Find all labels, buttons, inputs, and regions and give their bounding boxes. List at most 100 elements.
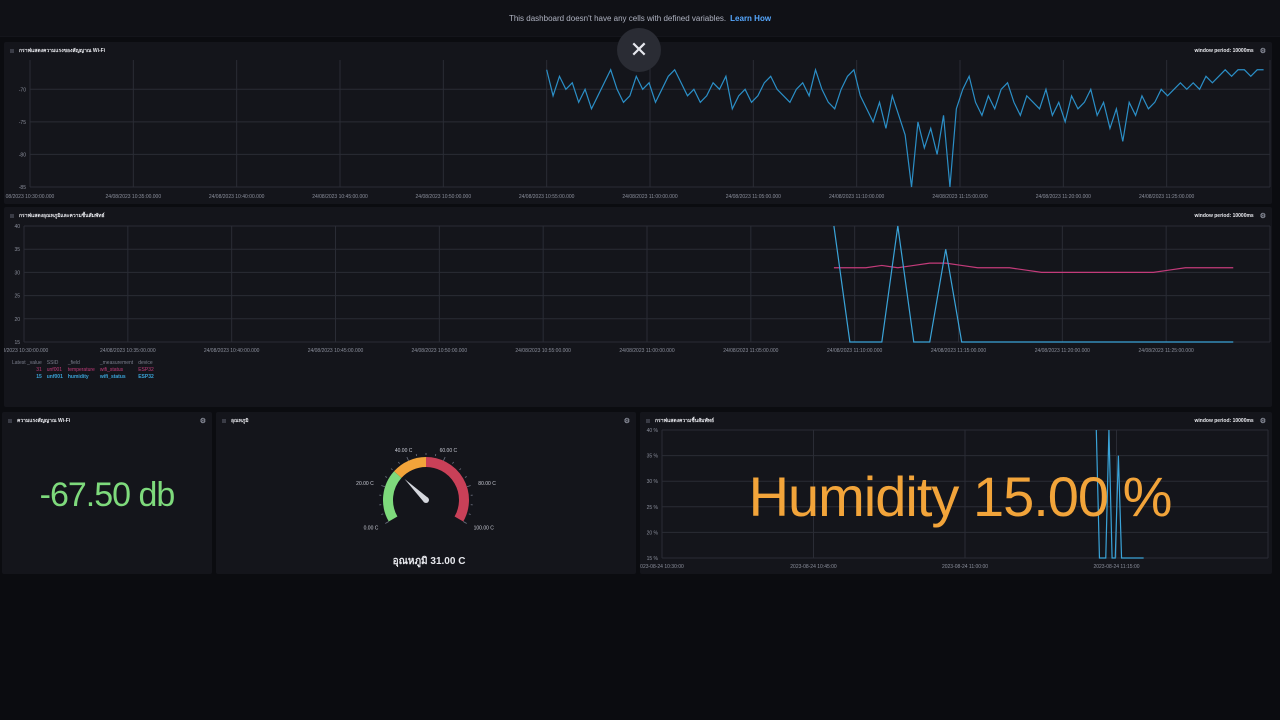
legend-header: Latest _value	[12, 360, 42, 366]
x-tick-label: 24/08/2023 11:00:00.000	[622, 194, 677, 200]
y-tick-label: 35 %	[647, 454, 659, 460]
y-tick-label: 40 %	[647, 428, 659, 434]
legend-header: device	[138, 360, 153, 366]
y-tick-label: 40	[14, 224, 20, 230]
gauge-tick	[468, 513, 471, 515]
x-tick-label: 2023-08-24 10:45:00	[790, 564, 837, 570]
gauge-tick	[381, 513, 384, 515]
x-tick-label: 023-08-24 10:30:00	[640, 564, 684, 570]
gear-icon[interactable]: ⚙	[200, 417, 206, 425]
temp-humidity-graph-cell: กราฟแสดงอุณหภูมิและความชื้นสัมพัทธ์ wind…	[4, 207, 1272, 407]
banner-text: This dashboard doesn't have any cells wi…	[508, 13, 727, 23]
x-tick-label: 24/08/2023 10:55:00.000	[519, 194, 575, 200]
gauge-arc-orange	[394, 457, 427, 479]
gauge-tick	[385, 476, 388, 478]
temperature-gauge: 0.00 C 20.00 C 40.00 C 60.00 C 80.00 C 100.00…	[356, 448, 496, 532]
gauge-arc-green	[383, 471, 402, 522]
x-tick-label: 24/08/2023 11:15:00.000	[931, 348, 986, 354]
x-tick-label: 08/2023 10:30:00.000	[4, 348, 49, 354]
x-tick-label: 08/2023 10:30:00.000	[6, 194, 55, 200]
x-tick-label: 24/08/2023 11:05:00.000	[726, 194, 781, 200]
legend-row-temperature: 31 unf001 temperature wifi_status ESP32	[12, 367, 159, 374]
cell-title: ความแรงสัญญาณ Wi-Fi	[17, 418, 71, 424]
x-tick-label: 24/08/2023 11:20:00.000	[1035, 348, 1090, 354]
legend-header-row: Latest _value SSID _field _measurement d…	[12, 360, 159, 367]
x-tick-label: 24/08/2023 10:45:00.000	[308, 348, 364, 354]
x-tick-label: 24/08/2023 10:40:00.000	[204, 348, 260, 354]
gauge-label: 20.00 C	[356, 481, 374, 487]
x-tick-label: 24/08/2023 11:10:00.000	[827, 348, 882, 354]
legend-cell: wifi_status	[99, 367, 124, 373]
gauge-label: 40.00 C	[395, 448, 413, 454]
temperature-gauge-cell: อุณหภูมิ ⚙ 0.00 C 20.00 C 40.00 C 60.00 C 80…	[216, 412, 636, 574]
gauge-label: 0.00 C	[364, 526, 379, 532]
legend-header: SSID	[46, 360, 59, 366]
gauge-tick	[406, 456, 409, 461]
legend-cell: ESP32	[138, 374, 154, 380]
gauge-tick	[452, 461, 454, 464]
x-tick-label: 24/08/2023 10:40:00.000	[209, 194, 265, 200]
legend-cell: ESP32	[138, 367, 154, 373]
gauge-tick	[443, 456, 446, 461]
x-tick-label: 24/08/2023 11:15:00.000	[932, 194, 987, 200]
gauge-label: 100.00 C	[474, 526, 495, 532]
x-tick-label: 24/08/2023 11:10:00.000	[829, 194, 884, 200]
gauge-label: 80.00 C	[478, 481, 496, 487]
y-tick-label: 15	[14, 340, 20, 346]
legend-cell: unf001	[46, 374, 63, 380]
x-tick-label: 2023-08-24 11:00:00	[942, 564, 988, 570]
legend-header: _field	[67, 360, 80, 366]
legend-cell: 31	[36, 367, 42, 373]
gauge-needle-hub	[423, 497, 429, 503]
y-tick-label: 35	[14, 247, 20, 253]
wifi-series-line	[546, 67, 1264, 188]
y-tick-label: 20	[14, 317, 20, 323]
gauge-tick	[463, 521, 467, 524]
gauge-arc-red	[425, 457, 469, 522]
temperature-series-line	[833, 262, 1234, 274]
y-tick-label: 20 %	[647, 530, 659, 536]
y-tick-label: 25	[14, 294, 20, 300]
gauge-tick	[381, 485, 386, 488]
chart-legend: Latest _value SSID _field _measurement d…	[12, 360, 159, 381]
gauge-tick	[459, 468, 462, 471]
legend-row-humidity: 15 unf001 humidity wifi_status ESP32	[12, 374, 159, 381]
x-tick-label: 24/08/2023 10:50:00.000	[416, 194, 472, 200]
gauge-label: 60.00 C	[440, 448, 458, 454]
temp-humidity-line-chart[interactable]: 08/2023 10:30:00.000 24/08/2023 10:35:00.…	[4, 207, 1272, 357]
legend-cell: unf001	[46, 367, 63, 373]
legend-header: _measurement	[99, 360, 134, 366]
legend-cell: humidity	[67, 374, 89, 380]
x-tick-label: 24/08/2023 11:20:00.000	[1036, 194, 1091, 200]
y-tick-label: -75	[19, 120, 26, 126]
close-icon[interactable]: ✕	[617, 28, 661, 72]
y-tick-label: -80	[19, 152, 26, 158]
drag-handle-icon[interactable]	[8, 419, 12, 423]
gauge-tick	[385, 521, 389, 524]
gauge-tick	[390, 468, 393, 471]
y-tick-label: -85	[19, 185, 26, 191]
humidity-series-line	[833, 225, 1234, 343]
y-tick-label: 30	[14, 270, 20, 276]
signal-stat-cell: ความแรงสัญญาณ Wi-Fi ⚙ -67.50 db	[2, 412, 212, 574]
humidity-overlay-value: Humidity 15.00 %	[748, 465, 1173, 528]
y-tick-label: 15 %	[647, 556, 659, 562]
x-tick-label: 24/08/2023 11:05:00.000	[723, 348, 778, 354]
x-tick-label: 24/08/2023 11:25:00.000	[1139, 348, 1194, 354]
legend-cell: 15	[36, 374, 42, 380]
x-tick-label: 24/08/2023 10:35:00.000	[106, 194, 162, 200]
gauge-reading: อุณหภูมิ 31.00 C	[392, 556, 466, 567]
gauge-tick	[466, 485, 471, 488]
x-tick-label: 24/08/2023 10:55:00.000	[515, 348, 571, 354]
humidity-graph-cell: กราฟแสดงความชื้นสัมพัทธ์ window period: …	[640, 412, 1272, 574]
legend-cell: wifi_status	[99, 374, 126, 380]
signal-value: -67.50 db	[39, 476, 176, 514]
y-tick-label: -70	[19, 87, 26, 93]
x-tick-label: 24/08/2023 10:35:00.000	[100, 348, 156, 354]
x-tick-label: 24/08/2023 11:00:00.000	[619, 348, 674, 354]
x-tick-label: 24/08/2023 10:50:00.000	[412, 348, 468, 354]
gauge-tick	[464, 476, 467, 478]
legend-cell: temperature	[67, 367, 95, 373]
x-tick-label: 2023-08-24 11:15:00	[1093, 564, 1139, 570]
learn-how-link[interactable]: Learn How	[730, 14, 771, 23]
